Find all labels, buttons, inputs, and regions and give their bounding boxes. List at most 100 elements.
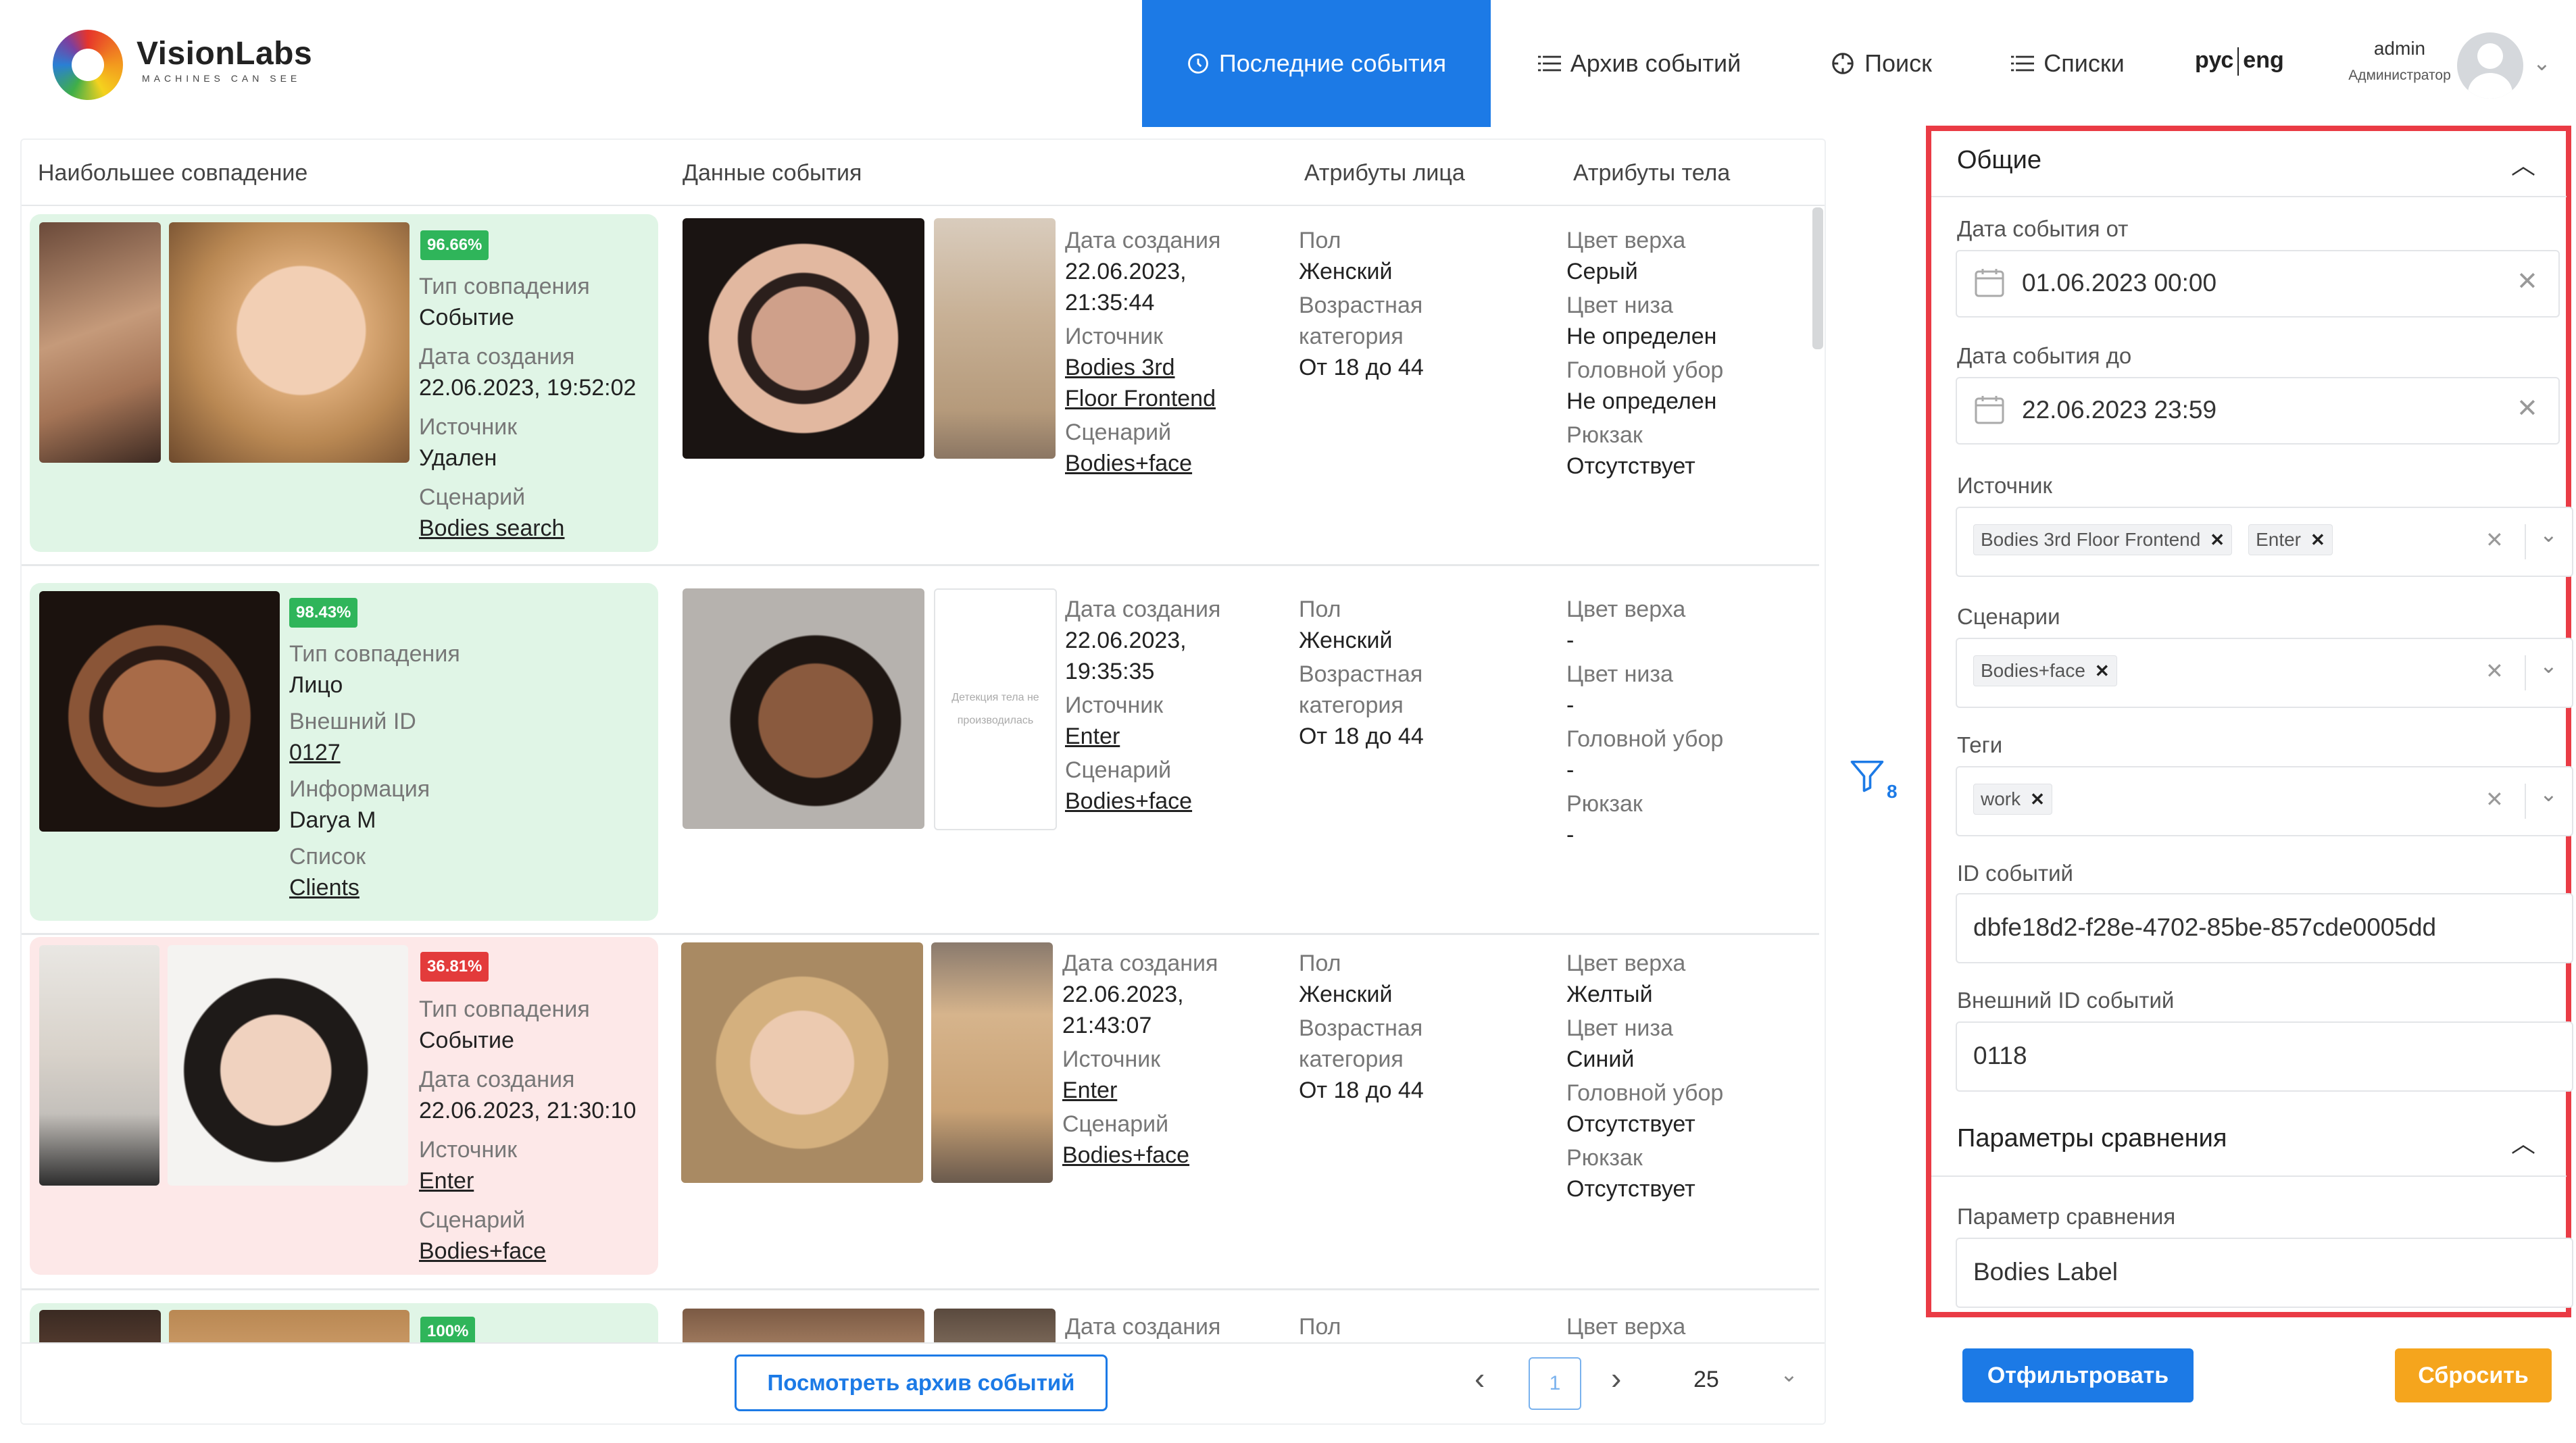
match-body-photo[interactable] bbox=[39, 945, 159, 1186]
select-separator bbox=[2525, 524, 2526, 559]
event-source-link[interactable]: Enter bbox=[1062, 1075, 1218, 1106]
event-face-photo[interactable] bbox=[681, 942, 923, 1183]
user-role: Администратор bbox=[2348, 68, 2451, 83]
view-archive-button[interactable]: Посмотреть архив событий bbox=[735, 1355, 1108, 1411]
collapse-general-chevron-icon[interactable]: ︿ bbox=[2511, 146, 2535, 181]
clear-tags-icon[interactable]: ✕ bbox=[2485, 786, 2504, 812]
column-header-body-attributes: Атрибуты тела bbox=[1573, 160, 1731, 186]
remove-tag-icon[interactable]: ✕ bbox=[2030, 789, 2045, 810]
scenario-tag: Bodies+face ✕ bbox=[1973, 655, 2117, 686]
external-id-link[interactable]: 0127 bbox=[289, 737, 460, 768]
nav-lists-label: Списки bbox=[2044, 49, 2125, 77]
gender-label: Пол bbox=[1299, 228, 1341, 253]
age-label-cont: категория bbox=[1299, 692, 1404, 718]
apply-filter-button[interactable]: Отфильтровать bbox=[1962, 1348, 2194, 1402]
created-label: Дата создания bbox=[419, 344, 575, 370]
event-body-photo[interactable] bbox=[931, 942, 1053, 1183]
match-body-photo[interactable] bbox=[39, 222, 161, 463]
remove-tag-icon[interactable]: ✕ bbox=[2210, 530, 2225, 551]
event-created-date: 22.06.2023, bbox=[1065, 259, 1187, 284]
nav-latest-events[interactable]: Последние события bbox=[1142, 0, 1491, 127]
lower-color-value: Синий bbox=[1566, 1046, 1635, 1072]
age-label: Возрастная bbox=[1299, 661, 1423, 687]
tags-select[interactable]: work ✕ ✕ ⌄ bbox=[1956, 766, 2573, 836]
upper-color-label: Цвет верха bbox=[1566, 228, 1686, 253]
date-to-input[interactable]: 22.06.2023 23:59 ✕ bbox=[1956, 377, 2560, 445]
match-face-photo[interactable] bbox=[168, 945, 408, 1186]
lang-en[interactable]: eng bbox=[2243, 47, 2283, 73]
best-match-card[interactable]: 98.43% Тип совпадения Лицо Внешний ID 01… bbox=[30, 583, 658, 921]
event-source-link[interactable]: Enter bbox=[1065, 721, 1220, 752]
page-size-chevron-icon[interactable]: ⌄ bbox=[1780, 1361, 1798, 1387]
source-select[interactable]: Bodies 3rd Floor Frontend ✕ Enter ✕ ✕ ⌄ bbox=[1956, 507, 2573, 577]
clear-source-icon[interactable]: ✕ bbox=[2485, 527, 2504, 553]
match-type-value: Событие bbox=[419, 1028, 514, 1053]
list-icon bbox=[2011, 55, 2035, 72]
scenario-link[interactable]: Bodies+face bbox=[419, 1236, 636, 1267]
match-percent-badge: 98.43% bbox=[289, 598, 358, 628]
clear-scenarios-icon[interactable]: ✕ bbox=[2485, 658, 2504, 684]
prev-page-chevron-icon[interactable]: ‹ bbox=[1475, 1360, 1485, 1396]
source-tag-label: Enter bbox=[2256, 529, 2302, 550]
nav-search[interactable]: Поиск bbox=[1800, 0, 1962, 127]
best-match-card[interactable]: 36.81% Тип совпадения Событие Дата созда… bbox=[30, 937, 658, 1275]
clear-date-from-icon[interactable]: ✕ bbox=[2517, 266, 2538, 297]
events-scrollbar[interactable] bbox=[1812, 207, 1823, 349]
gender-label: Пол bbox=[1299, 1314, 1341, 1340]
compare-param-input[interactable]: Bodies Label bbox=[1956, 1238, 2573, 1308]
filter-panel: Общие ︿ Дата события от 01.06.2023 00:00… bbox=[1926, 126, 2573, 1317]
source-dropdown-chevron-icon[interactable]: ⌄ bbox=[2540, 522, 2558, 547]
info-label: Информация bbox=[289, 776, 430, 802]
date-to-label: Дата события до bbox=[1957, 343, 2132, 368]
date-from-input[interactable]: 01.06.2023 00:00 ✕ bbox=[1956, 250, 2560, 318]
scenarios-label: Сценарии bbox=[1957, 604, 2060, 629]
reset-button[interactable]: Сбросить bbox=[2395, 1348, 2552, 1402]
event-scenario-label: Сценарий bbox=[1065, 757, 1172, 783]
scenarios-select[interactable]: Bodies+face ✕ ✕ ⌄ bbox=[1956, 638, 2573, 708]
collapse-compare-chevron-icon[interactable]: ︿ bbox=[2511, 1124, 2535, 1159]
current-page-input[interactable]: 1 bbox=[1529, 1357, 1581, 1410]
source-label: Источник bbox=[419, 414, 518, 440]
select-separator bbox=[2525, 784, 2526, 819]
list-link[interactable]: Clients bbox=[289, 872, 460, 903]
section-divider bbox=[1931, 1175, 2567, 1177]
source-link[interactable]: Enter bbox=[419, 1165, 636, 1196]
event-scenario-link[interactable]: Bodies+face bbox=[1065, 448, 1220, 479]
external-id-input[interactable]: 0118 bbox=[1956, 1021, 2573, 1092]
event-scenario-link[interactable]: Bodies+face bbox=[1065, 786, 1220, 817]
event-source-link[interactable]: Bodies 3rd bbox=[1065, 352, 1220, 383]
backpack-label: Рюкзак bbox=[1566, 422, 1643, 448]
best-match-card[interactable]: 96.66% Тип совпадения Событие Дата созда… bbox=[30, 214, 658, 552]
scenarios-dropdown-chevron-icon[interactable]: ⌄ bbox=[2540, 653, 2558, 678]
event-scenario-label: Сценарий bbox=[1062, 1111, 1169, 1137]
remove-tag-icon[interactable]: ✕ bbox=[2095, 661, 2110, 682]
tags-dropdown-chevron-icon[interactable]: ⌄ bbox=[2540, 781, 2558, 807]
upper-color-value: - bbox=[1566, 628, 1575, 653]
clear-date-to-icon[interactable]: ✕ bbox=[2517, 393, 2538, 424]
filter-icon[interactable] bbox=[1849, 757, 1885, 794]
remove-tag-icon[interactable]: ✕ bbox=[2310, 530, 2325, 551]
next-page-chevron-icon[interactable]: › bbox=[1611, 1360, 1621, 1396]
language-switch: рус eng bbox=[2195, 47, 2284, 76]
user-avatar-icon[interactable] bbox=[2457, 32, 2523, 99]
external-id-label: Внешний ID bbox=[289, 709, 416, 734]
backpack-label: Рюкзак bbox=[1566, 791, 1643, 817]
column-header-face-attributes: Атрибуты лица bbox=[1304, 160, 1465, 186]
lang-ru[interactable]: рус bbox=[2195, 47, 2233, 73]
scenario-link[interactable]: Bodies search bbox=[419, 513, 636, 544]
event-face-photo[interactable] bbox=[683, 218, 924, 459]
nav-events-archive[interactable]: Архив событий bbox=[1511, 0, 1768, 127]
compare-param-value: Bodies Label bbox=[1973, 1258, 2118, 1286]
event-scenario-link[interactable]: Bodies+face bbox=[1062, 1140, 1218, 1171]
match-face-photo[interactable] bbox=[169, 222, 410, 463]
match-percent-badge: 96.66% bbox=[420, 230, 489, 260]
nav-lists[interactable]: Списки bbox=[1987, 0, 2149, 127]
event-source-link-cont[interactable]: Floor Frontend bbox=[1065, 383, 1220, 414]
scenario-label: Сценарий bbox=[419, 484, 526, 510]
page-size-select[interactable]: 25 bbox=[1693, 1367, 1719, 1393]
event-id-input[interactable]: dbfe18d2-f28e-4702-85be-857cde0005dd bbox=[1956, 893, 2573, 963]
event-body-photo[interactable] bbox=[934, 218, 1056, 459]
match-face-photo[interactable] bbox=[39, 591, 280, 832]
event-face-photo[interactable] bbox=[683, 588, 924, 829]
user-menu-chevron-icon[interactable]: ⌄ bbox=[2533, 50, 2551, 76]
